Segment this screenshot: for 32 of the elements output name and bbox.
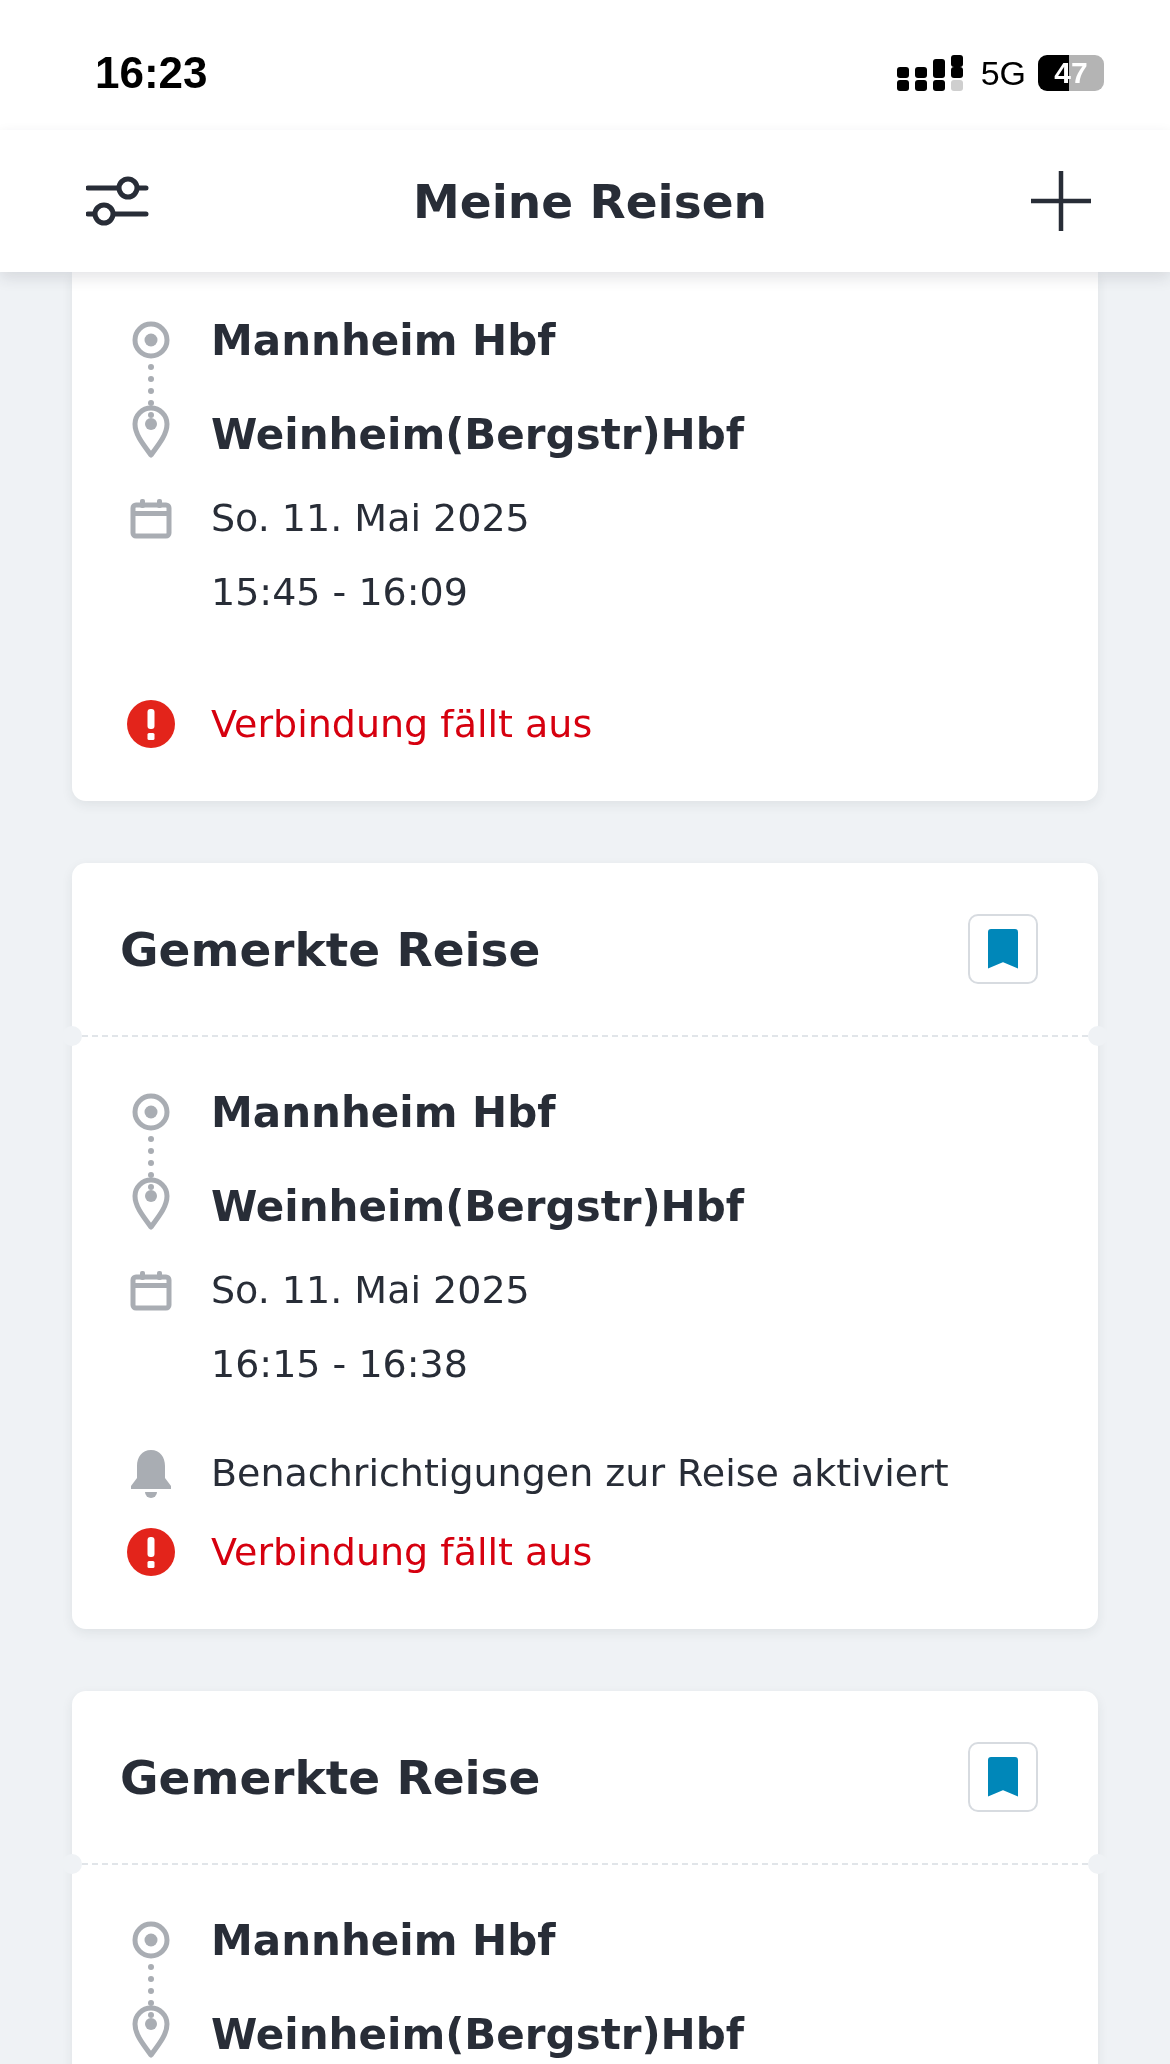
card-title: Gemerkte Reise [120, 921, 541, 977]
trip-date: So. 11. Mai 2025 [211, 1268, 531, 1312]
bookmark-button[interactable] [968, 914, 1038, 984]
warning-icon [127, 1528, 175, 1576]
add-button[interactable] [1030, 170, 1092, 232]
trip-card[interactable]: Mannheim Hbf Weinheim(Bergstr)Hbf So. 11. Mai 2025 15:45 - 16:09 Verbindung fällt aus [72, 272, 1098, 801]
plus-icon [1030, 170, 1092, 232]
alert-message: Verbindung fällt aus [211, 1530, 594, 1574]
trip-date: So. 11. Mai 2025 [211, 496, 531, 540]
destination-station: Weinheim(Bergstr)Hbf [211, 408, 746, 461]
calendar-icon [130, 1269, 172, 1311]
status-time: 16:23 [95, 48, 208, 98]
bookmark-button[interactable] [968, 1742, 1038, 1812]
bookmark-icon [988, 1757, 1018, 1797]
network-type: 5G [980, 53, 1026, 93]
trip-time: 15:45 - 16:09 [211, 570, 469, 614]
trip-time: 16:15 - 16:38 [211, 1342, 469, 1386]
card-title: Gemerkte Reise [120, 1749, 541, 1805]
destination-station: Weinheim(Bergstr)Hbf [211, 1180, 746, 1233]
page-title: Meine Reisen [413, 173, 767, 229]
bell-icon [129, 1448, 173, 1498]
filter-button[interactable] [86, 176, 150, 226]
origin-station: Mannheim Hbf [211, 314, 557, 367]
bookmark-icon [988, 929, 1018, 969]
notification-status: Benachrichtigungen zur Reise aktiviert [211, 1451, 950, 1495]
warning-icon [127, 700, 175, 748]
destination-station: Weinheim(Bergstr)Hbf [211, 2008, 746, 2061]
origin-station: Mannheim Hbf [211, 1086, 557, 1139]
origin-station: Mannheim Hbf [211, 1914, 557, 1967]
alert-message: Verbindung fällt aus [211, 702, 594, 746]
sliders-icon [86, 176, 150, 226]
calendar-icon [130, 497, 172, 539]
